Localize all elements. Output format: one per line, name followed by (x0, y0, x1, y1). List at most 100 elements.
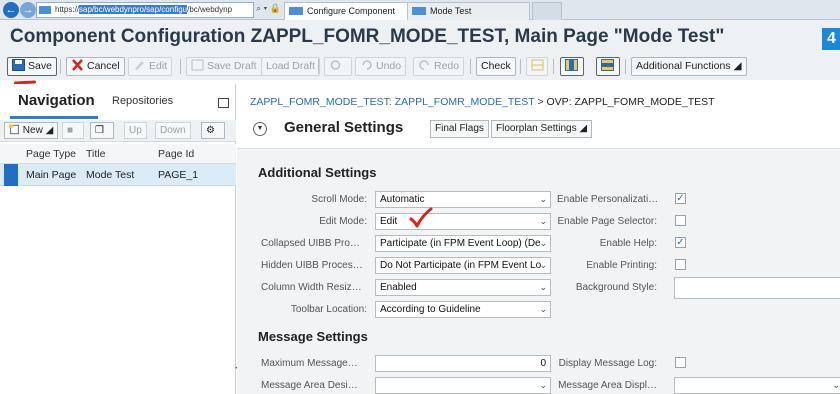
chevron-down-icon: ⌄ (539, 282, 547, 292)
floppy-disk-icon (12, 59, 25, 71)
tab-favicon-icon (289, 7, 303, 15)
floorplan-settings-button[interactable]: Floorplan Settings ◢ (491, 120, 593, 138)
column-header[interactable]: Page Type (26, 148, 76, 160)
toolbar-separator (625, 59, 626, 74)
address-bar[interactable]: https://sap/bc/webdynpro/sap/configu/bc/… (36, 2, 254, 18)
browser-tab-mode-test[interactable]: Mode Test (407, 2, 530, 20)
settings-tool-button[interactable]: ⚙ (201, 122, 225, 139)
trash-icon: ■ (67, 125, 74, 136)
toolbar-location-select[interactable]: According to Guideline ⌄ (375, 301, 551, 318)
up-button[interactable]: Up (124, 122, 147, 139)
page-title: Component Configuration ZAPPL_FOMR_MODE_… (10, 26, 725, 47)
refresh-button[interactable] (324, 57, 352, 76)
main-content: ZAPPL_FOMR_MODE_TEST: ZAPPL_FOMR_MODE_TE… (237, 84, 840, 394)
redo-icon (419, 60, 429, 70)
layout-columns-button[interactable] (560, 57, 584, 76)
undo-button[interactable]: Undo (355, 57, 407, 76)
collapsed-uibb-value: Participate (in FPM Event Loop) (De (380, 238, 541, 249)
message-area-display-label: Message Area Displ… (558, 380, 657, 391)
enable-help-checkbox[interactable]: ✓ (675, 237, 686, 248)
save-label: Save (28, 60, 52, 72)
panel-collapse-icon[interactable] (218, 98, 229, 108)
column-header[interactable]: Title (86, 148, 105, 160)
chevron-down-icon: ⌄ (539, 304, 547, 314)
table-row[interactable]: Main Page Mode Test PAGE_1 (0, 164, 236, 186)
back-icon[interactable]: ← (3, 2, 19, 18)
copy-button[interactable]: ❐ (90, 122, 114, 139)
tab-navigation[interactable]: Navigation (18, 92, 95, 109)
column-width-select[interactable]: Enabled ⌄ (375, 279, 551, 296)
new-button[interactable]: New ◢ (4, 122, 59, 139)
enable-personalization-checkbox[interactable]: ✓ (675, 193, 686, 204)
row-selector[interactable] (4, 164, 18, 186)
check-label: Check (481, 60, 511, 72)
edit-mode-select[interactable]: Edit ⌄ (375, 213, 551, 230)
new-label: New (22, 125, 43, 136)
collapsed-uibb-select[interactable]: Participate (in FPM Event Loop) (De ⌄ (375, 235, 551, 252)
chevron-down-icon: ⌄ (539, 260, 547, 270)
grid-icon (531, 59, 544, 71)
enable-personalization-label: Enable Personalizati… (557, 194, 657, 205)
toolbar-location-value: According to Guideline (380, 304, 481, 315)
message-area-design-select[interactable]: ⌄ (375, 377, 551, 394)
message-area-display-select[interactable]: ⌄ (674, 377, 840, 394)
layout-grid-button[interactable] (526, 57, 548, 76)
new-tab-button[interactable] (532, 2, 562, 20)
delete-button[interactable]: ■ (62, 122, 84, 139)
scroll-mode-label: Scroll Mode: (311, 194, 367, 205)
draft-icon (191, 59, 204, 71)
tab-repositories[interactable]: Repositories (112, 95, 173, 107)
column-header[interactable]: Page Id (158, 148, 194, 160)
columns-icon (565, 59, 578, 71)
rows-icon (601, 59, 614, 71)
edit-button[interactable]: Edit (128, 57, 173, 76)
additional-functions-button[interactable]: Additional Functions ◢ (631, 57, 747, 76)
general-settings-title: General Settings (284, 119, 404, 136)
copy-icon: ❐ (95, 125, 104, 136)
dropdown-corner-icon: ◢ (579, 123, 588, 134)
toolbar-separator (553, 59, 554, 74)
left-panel: Navigation Repositories New ◢ ■ ❐ Up Dow… (0, 84, 236, 394)
message-area-design-label: Message Area Desi… (261, 380, 358, 391)
enable-page-selector-checkbox[interactable] (675, 215, 686, 226)
breadcrumb-link[interactable]: ZAPPL_FOMR_MODE_TEST: ZAPPL_FOMR_MODE_TE… (250, 96, 535, 108)
down-button[interactable]: Down (155, 122, 191, 139)
additional-functions-label: Additional Functions (636, 60, 731, 72)
undo-label: Undo (376, 60, 402, 72)
pencil-icon (135, 61, 144, 70)
enable-page-selector-label: Enable Page Selector: (557, 216, 657, 227)
layout-rows-button[interactable] (596, 57, 620, 76)
background-style-label: Background Style: (575, 282, 657, 293)
url-rest: /bc/webdynp (187, 5, 233, 14)
display-message-log-checkbox[interactable] (675, 357, 686, 368)
dropdown-corner-icon: ◢ (733, 60, 742, 72)
tool-icon: ⚙ (206, 125, 215, 136)
cancel-button[interactable]: Cancel (66, 57, 125, 76)
load-draft-label: Load Draft (266, 60, 316, 72)
enable-printing-label: Enable Printing: (586, 260, 657, 271)
redo-button[interactable]: Redo (413, 57, 465, 76)
check-button[interactable]: Check (476, 57, 516, 76)
tab-label: Mode Test (430, 6, 472, 16)
final-flags-button[interactable]: Final Flags (430, 120, 489, 138)
tab-favicon-icon (412, 7, 426, 15)
load-draft-button[interactable]: Load Draft (261, 57, 321, 76)
hidden-uibb-label: Hidden UIBB Proces… (261, 260, 363, 271)
maximum-message-input[interactable]: 0 (375, 355, 551, 372)
save-button[interactable]: Save (7, 57, 57, 76)
redo-label: Redo (434, 60, 460, 72)
breadcrumb: ZAPPL_FOMR_MODE_TEST: ZAPPL_FOMR_MODE_TE… (250, 96, 715, 108)
main-toolbar: Save Cancel Edit Save Draft Load Draft U… (0, 54, 840, 80)
hidden-uibb-select[interactable]: Do Not Participate (in FPM Event Lo ⌄ (375, 257, 551, 274)
scroll-mode-select[interactable]: Automatic ⌄ (375, 191, 551, 208)
additional-settings-title: Additional Settings (258, 165, 377, 180)
enable-printing-checkbox[interactable] (675, 259, 686, 270)
title-bar: Component Configuration ZAPPL_FOMR_MODE_… (0, 20, 840, 54)
save-draft-button[interactable]: Save Draft (186, 57, 262, 76)
cell-page-id: PAGE_1 (158, 169, 199, 181)
collapse-toggle-icon[interactable]: ▼ (253, 122, 267, 136)
cancel-label: Cancel (87, 60, 120, 72)
forward-icon[interactable]: → (20, 2, 36, 18)
background-style-select[interactable] (674, 277, 840, 299)
toolbar-location-label: Toolbar Location: (290, 304, 367, 315)
